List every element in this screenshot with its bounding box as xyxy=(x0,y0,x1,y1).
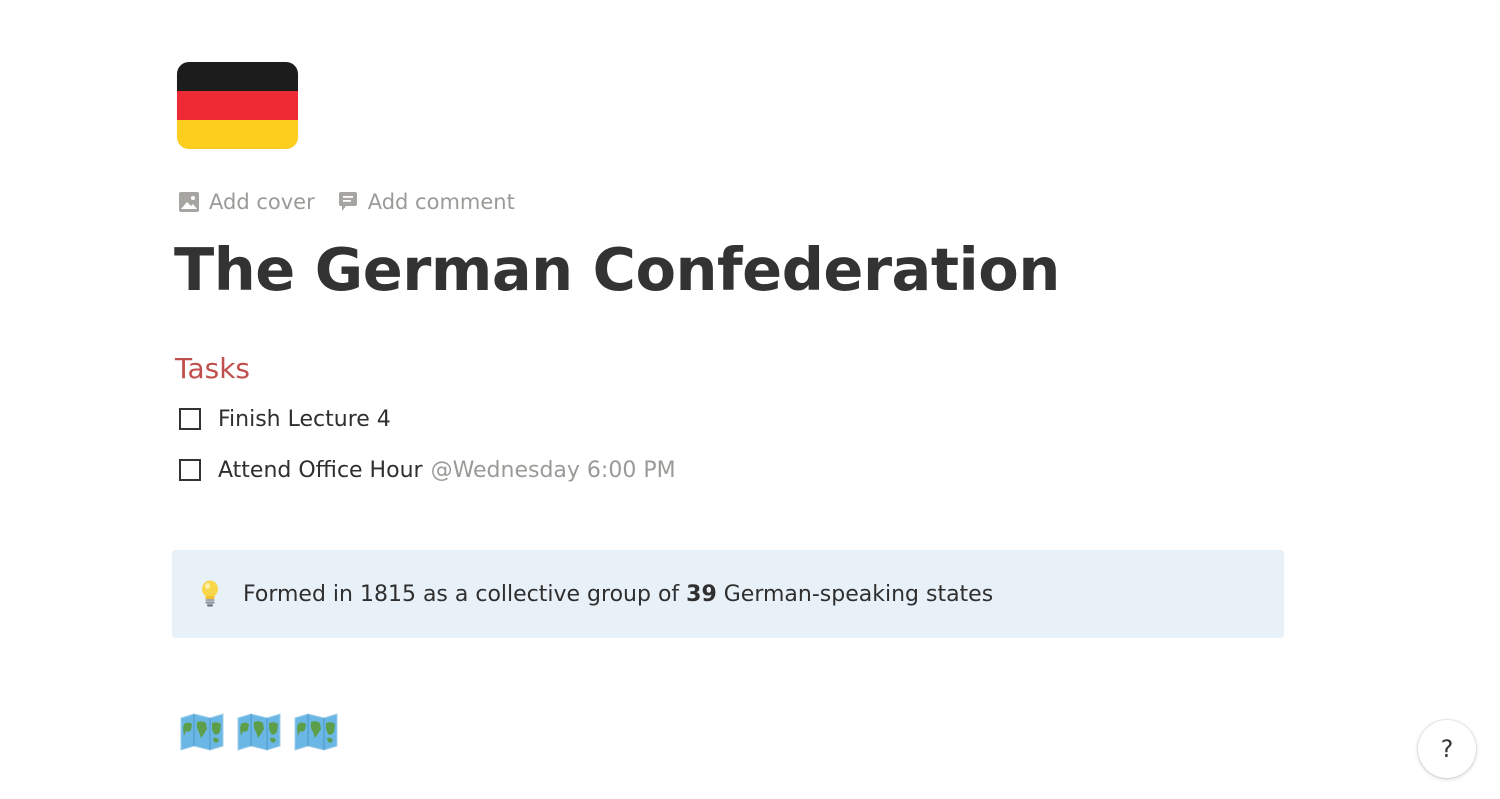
flag-stripe-gold xyxy=(177,120,298,149)
todo-label[interactable]: Attend Office Hour xyxy=(218,458,423,483)
flag-stripe-black xyxy=(177,62,298,91)
callout-block: Formed in 1815 as a collective group of … xyxy=(172,550,1284,638)
page-controls: Add cover Add comment xyxy=(178,186,515,218)
add-cover-label: Add cover xyxy=(209,190,315,214)
tasks-heading[interactable]: Tasks xyxy=(175,349,250,389)
todo-item: Attend Office Hour @Wednesday 6:00 PM xyxy=(179,453,676,487)
add-comment-button[interactable]: Add comment xyxy=(337,190,515,214)
comment-icon xyxy=(338,192,357,211)
add-cover-button[interactable]: Add cover xyxy=(178,190,315,214)
world-map-icon xyxy=(237,713,281,751)
callout-text[interactable]: Formed in 1815 as a collective group of … xyxy=(243,582,993,607)
world-map-icon xyxy=(180,713,224,751)
help-label: ? xyxy=(1440,735,1454,763)
page: Add cover Add comment The German Confede… xyxy=(0,0,1500,799)
add-comment-label: Add comment xyxy=(367,190,515,214)
light-bulb-icon[interactable] xyxy=(199,579,221,609)
map-emoji-row[interactable] xyxy=(179,712,339,752)
todo-label[interactable]: Finish Lecture 4 xyxy=(218,407,391,432)
german-flag-icon[interactable] xyxy=(177,62,298,149)
todo-checkbox[interactable] xyxy=(179,408,201,430)
todo-item: Finish Lecture 4 xyxy=(179,402,391,436)
callout-text-before: Formed in 1815 as a collective group of xyxy=(243,581,687,607)
flag-stripe-red xyxy=(177,91,298,120)
help-button[interactable]: ? xyxy=(1418,720,1476,778)
world-map-icon xyxy=(294,713,338,751)
date-mention[interactable]: @Wednesday 6:00 PM xyxy=(431,458,676,483)
page-title[interactable]: The German Confederation xyxy=(174,228,1060,312)
image-icon xyxy=(179,192,199,212)
callout-text-bold: 39 xyxy=(686,581,717,607)
callout-text-after: German-speaking states xyxy=(716,581,994,607)
todo-checkbox[interactable] xyxy=(179,459,201,481)
